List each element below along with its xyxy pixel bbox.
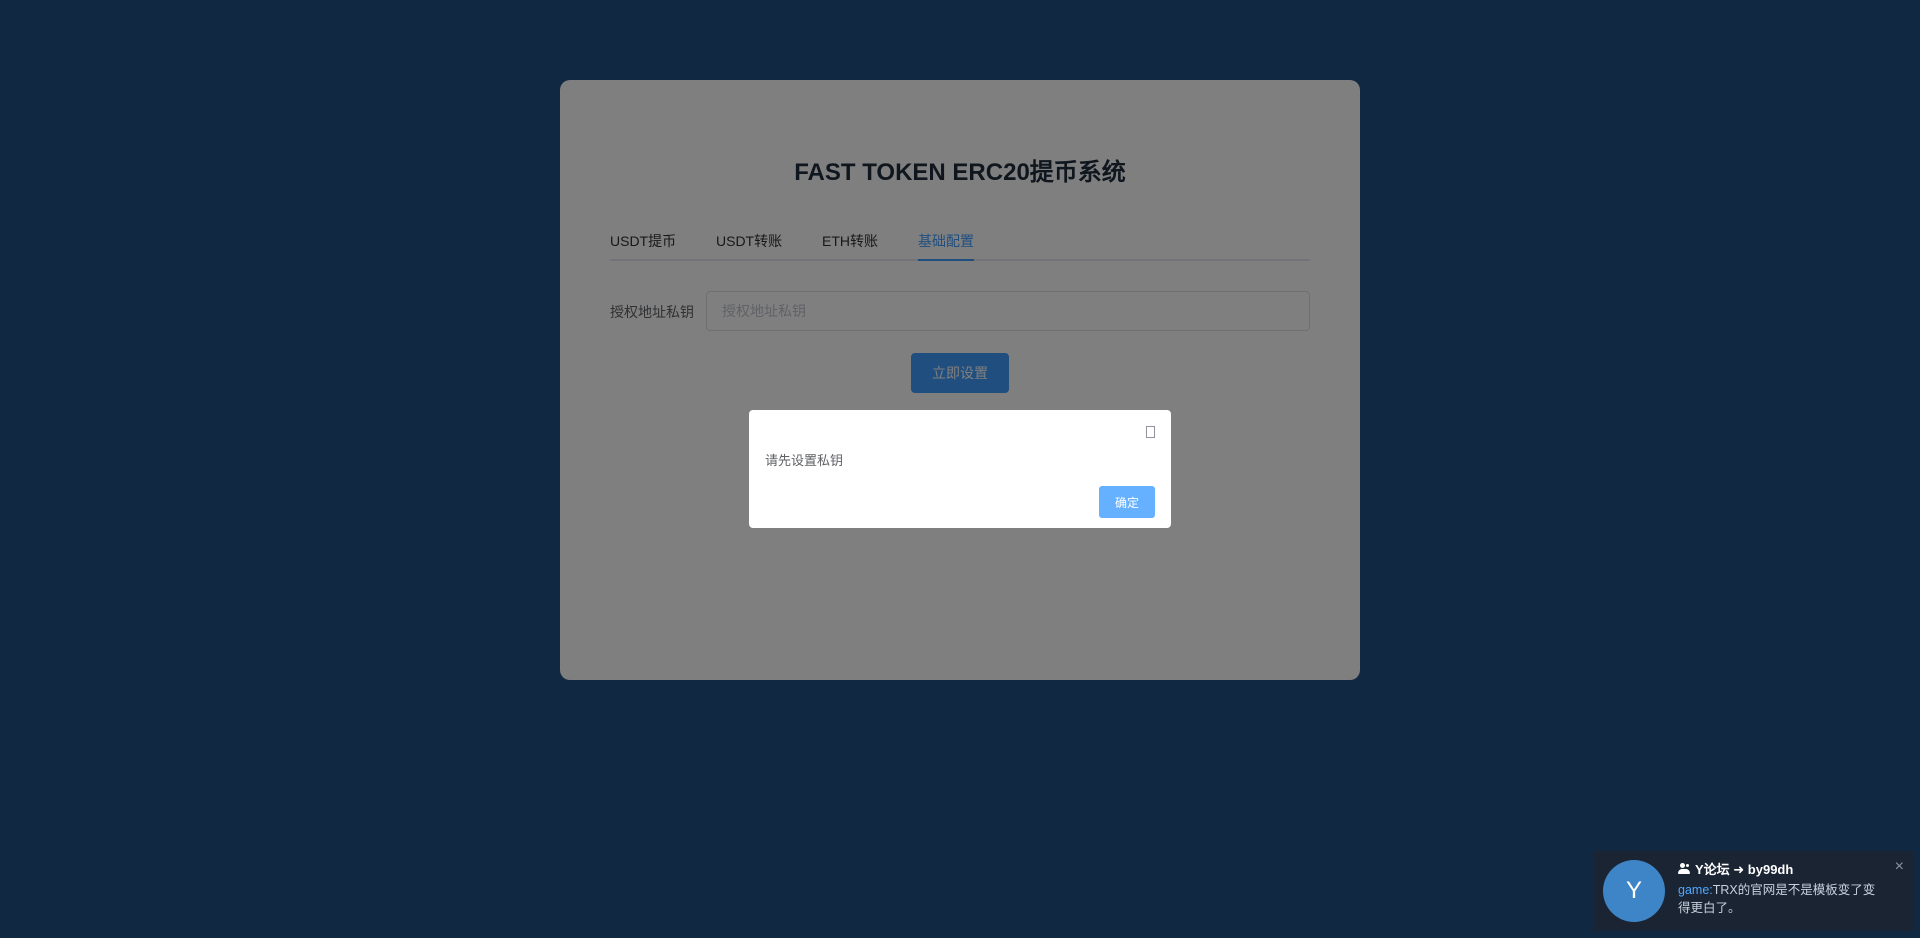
confirm-button[interactable]: 确定	[1099, 486, 1155, 518]
toast-title: Y论坛 ➜ by99dh	[1678, 859, 1793, 878]
toast-user[interactable]: game:	[1678, 883, 1713, 897]
close-icon[interactable]	[1146, 426, 1155, 438]
users-icon	[1678, 862, 1691, 875]
alert-dialog: 请先设置私钥 确定	[749, 410, 1171, 528]
toast-message: game:TRX的官网是不是模板变了变得更白了。	[1678, 881, 1878, 917]
toast-close-icon[interactable]: ×	[1895, 859, 1904, 875]
dialog-message: 请先设置私钥	[765, 453, 844, 468]
notification-toast: Y Y论坛 ➜ by99dh game:TRX的官网是不是模板变了变得更白了。 …	[1594, 851, 1914, 931]
toast-title-text: Y论坛 ➜ by99dh	[1695, 862, 1794, 877]
avatar: Y	[1603, 860, 1665, 922]
